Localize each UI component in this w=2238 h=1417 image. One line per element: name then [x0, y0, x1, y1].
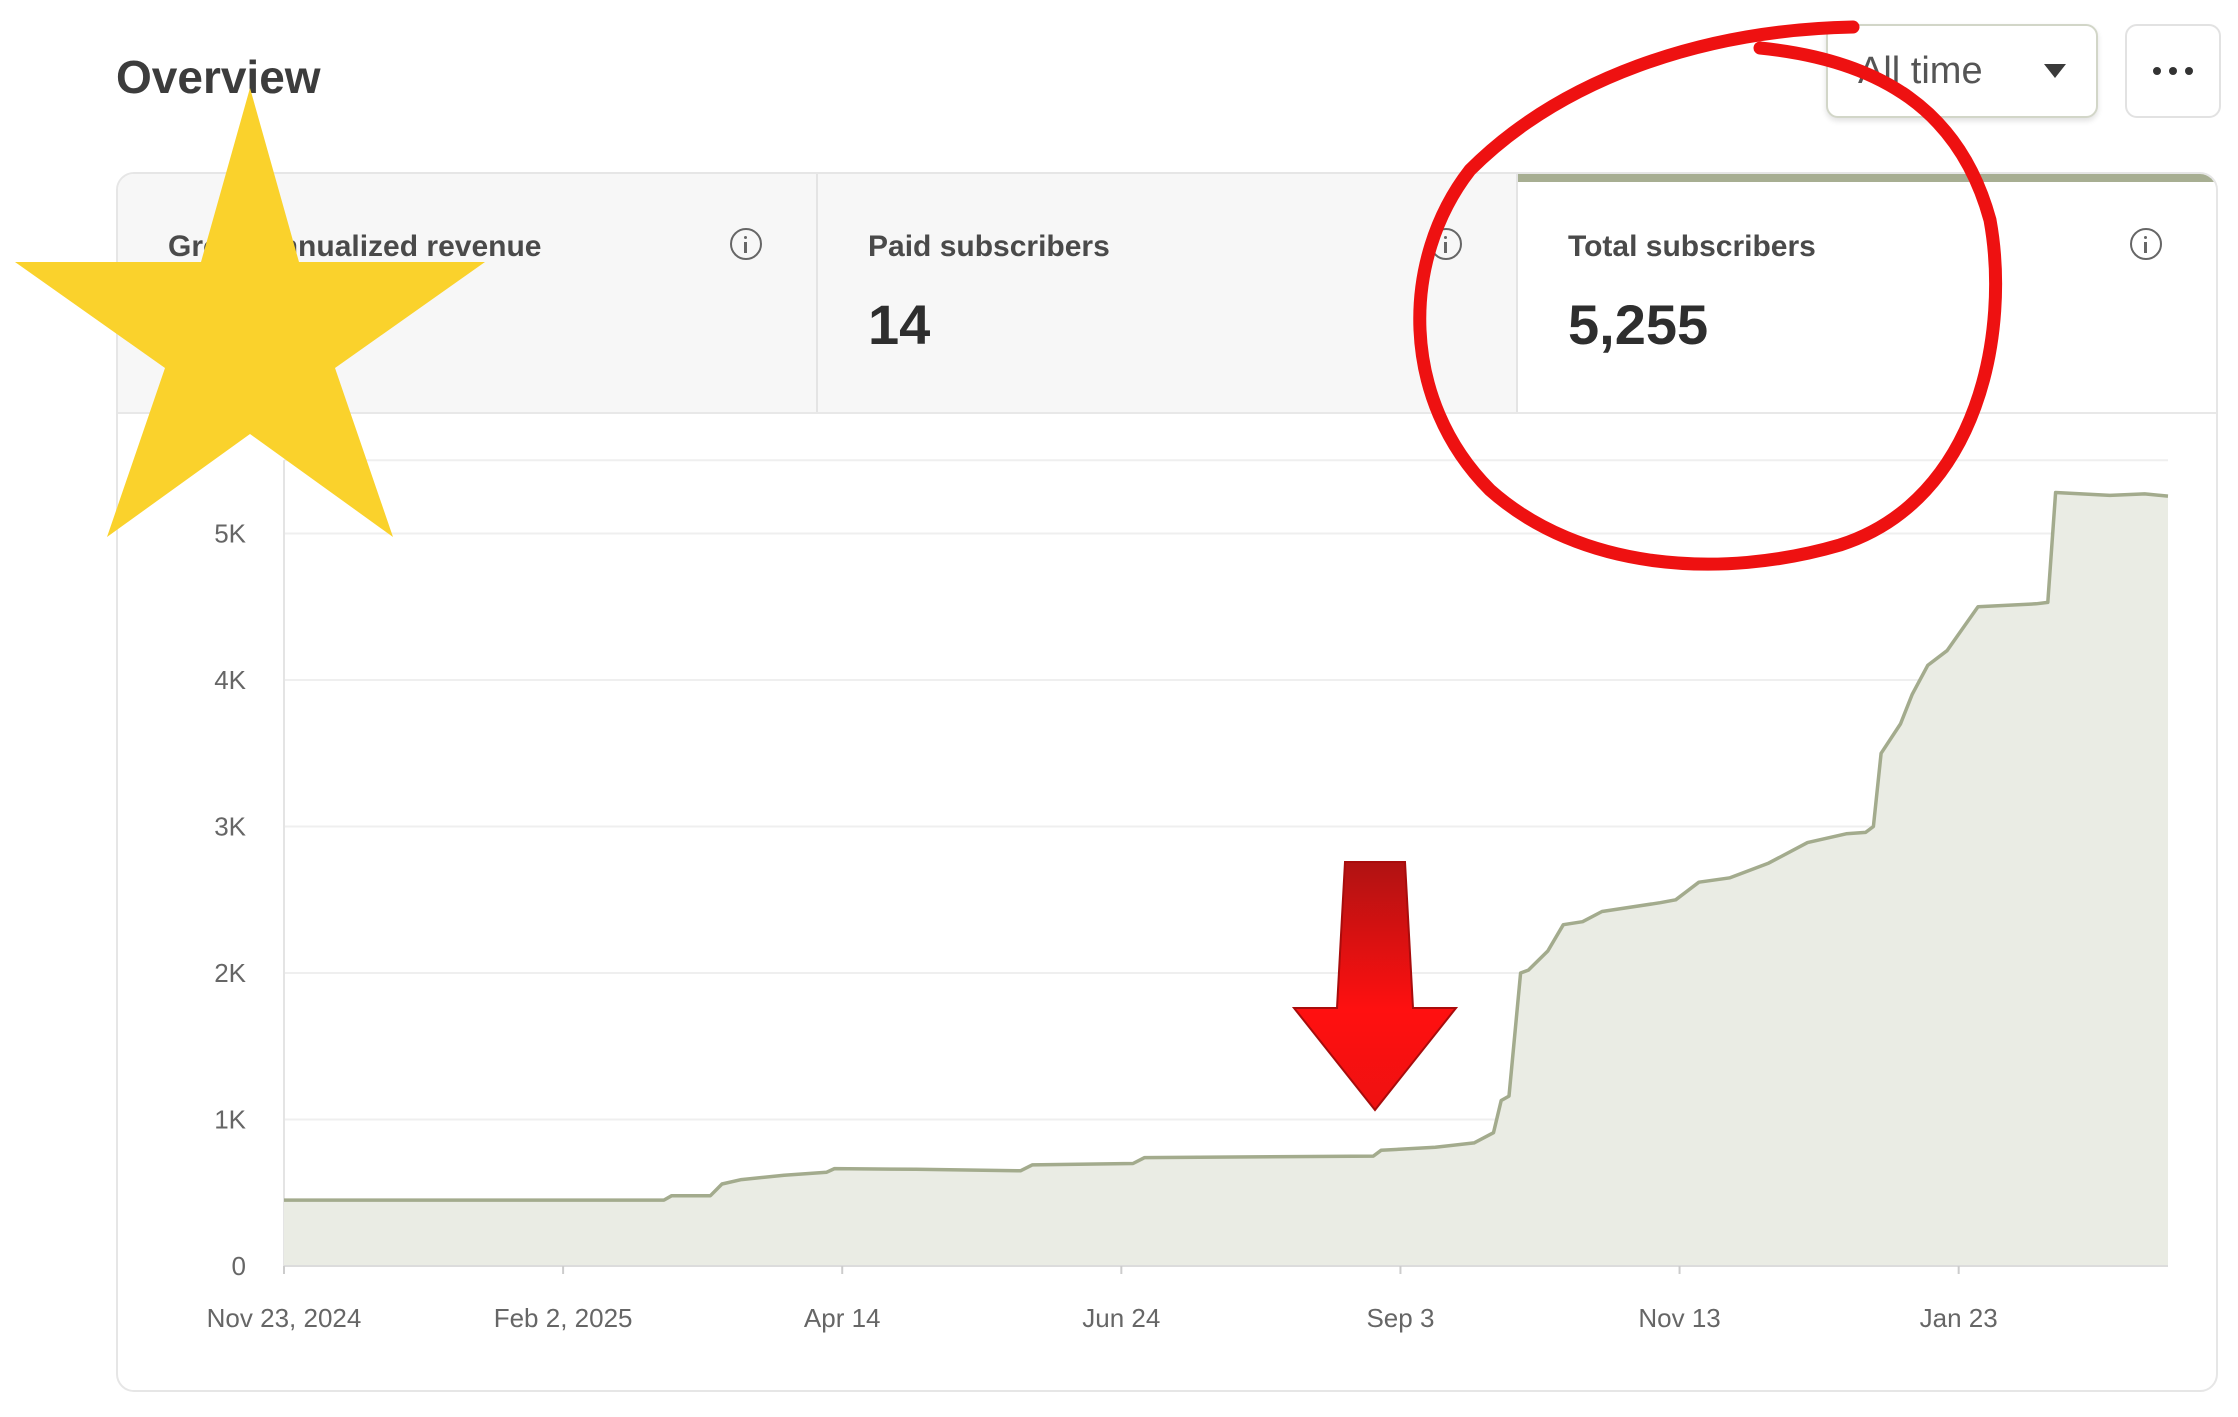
y-tick-label: 1K — [214, 1105, 246, 1135]
x-tick-label: Nov 13 — [1638, 1303, 1720, 1333]
x-tick-label: Apr 14 — [804, 1303, 881, 1333]
x-tick-label: Sep 3 — [1366, 1303, 1434, 1333]
x-tick-label: Jun 24 — [1082, 1303, 1160, 1333]
y-tick-label: 3K — [214, 812, 246, 842]
y-tick-label: 5K — [214, 519, 246, 549]
series-area — [284, 492, 2168, 1266]
x-tick-label: Feb 2, 2025 — [494, 1303, 633, 1333]
y-tick-label: 4K — [214, 665, 246, 695]
subscribers-chart: 0 1K 2K 3K 4K 5K Nov 23, 2024 Feb 2, 2025 Apr 14… — [207, 459, 2169, 1333]
x-tick-label: Nov 23, 2024 — [207, 1303, 362, 1333]
x-tick-label: Jan 23 — [1920, 1303, 1998, 1333]
y-tick-label: 2K — [214, 958, 246, 988]
y-tick-label: 0 — [232, 1251, 246, 1281]
